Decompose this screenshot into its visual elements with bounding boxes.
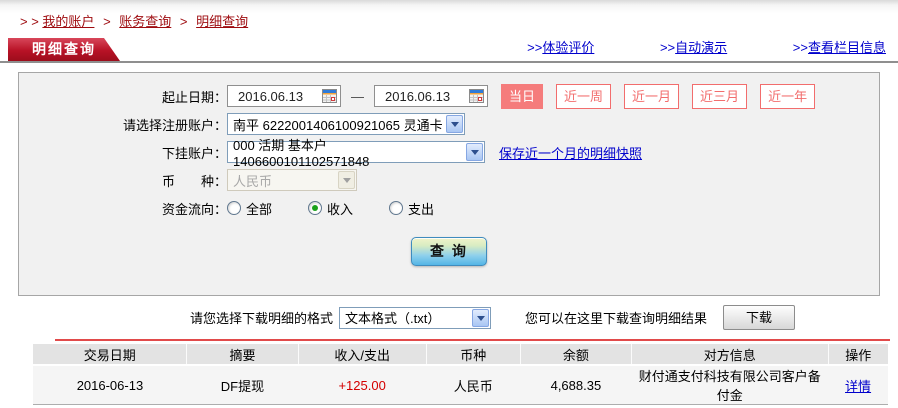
quick-range-button-3months[interactable]: 近三月 <box>692 83 748 109</box>
download-hint: 您可以在这里下载查询明细结果 <box>525 311 708 326</box>
cell-currency: 人民币 <box>426 365 521 405</box>
dropdown-arrow-icon <box>446 115 463 133</box>
download-button[interactable]: 下载 <box>723 305 796 330</box>
col-header-date: 交易日期 <box>33 344 187 366</box>
radio-all[interactable]: 全部 <box>227 199 272 218</box>
radio-all-label: 全部 <box>246 201 273 217</box>
table-top-separator <box>55 339 890 341</box>
date-range-row: 起止日期： 2016.06.13 — 2016.06.13 当日 近一周 近一月… <box>19 83 879 109</box>
col-header-balance: 余额 <box>519 344 632 366</box>
save-snapshot-link[interactable]: 保存近一个月的明细快照 <box>499 143 642 162</box>
currency-label: 币 种： <box>161 173 227 189</box>
radio-expense[interactable]: 支出 <box>389 199 434 218</box>
download-format-label: 请您选择下载明细的格式 <box>190 311 334 326</box>
radio-icon[interactable] <box>308 201 323 215</box>
breadcrumb-link-account-query[interactable]: 账务查询 <box>119 14 171 29</box>
radio-income-label: 收入 <box>327 201 354 217</box>
col-header-summary: 摘要 <box>186 344 299 366</box>
breadcrumb: > > 我的账户 > 账务查询 > 明细查询 <box>0 0 898 38</box>
breadcrumb-separator: > <box>179 14 188 29</box>
detail-link[interactable]: 详情 <box>845 379 871 394</box>
col-header-currency: 币种 <box>425 344 521 366</box>
link-auto-demo[interactable]: >>自动演示 <box>660 40 727 55</box>
end-date-input[interactable]: 2016.06.13 <box>374 85 488 107</box>
download-row: 请您选择下载明细的格式 文本格式（.txt） 您可以在这里下载查询明细结果 下载 <box>0 305 898 330</box>
dropdown-arrow-icon <box>472 308 490 327</box>
radio-expense-label: 支出 <box>408 201 435 217</box>
fund-flow-label: 资金流向： <box>161 201 227 217</box>
registered-account-select[interactable]: 南平 6222001406100921065 灵通卡 <box>227 113 465 135</box>
registered-account-row: 请选择注册账户： 南平 6222001406100921065 灵通卡 <box>19 111 879 137</box>
cell-summary: DF提现 <box>186 365 299 405</box>
tab-detail-query[interactable]: 明细查询 <box>8 38 120 61</box>
col-header-action: 操作 <box>827 344 888 366</box>
calendar-icon[interactable] <box>469 89 484 103</box>
quick-range-button-year[interactable]: 近一年 <box>760 83 816 109</box>
fund-flow-row: 资金流向： 全部 收入 支出 <box>19 195 879 221</box>
link-experience-rating[interactable]: >>体验评价 <box>527 40 594 55</box>
sub-account-select[interactable]: 000 活期 基本户 1406600101102571848 <box>227 138 485 169</box>
radio-icon[interactable] <box>389 201 404 215</box>
sub-account-row: 下挂账户： 000 活期 基本户 1406600101102571848 保存近… <box>19 138 879 169</box>
col-header-counterparty: 对方信息 <box>630 344 829 366</box>
currency-row: 币 种： 人民币 <box>19 167 879 193</box>
breadcrumb-link-detail-query[interactable]: 明细查询 <box>196 14 248 29</box>
date-range-dash: — <box>351 88 364 104</box>
quick-range-button-week[interactable]: 近一周 <box>556 83 612 109</box>
sub-account-label: 下挂账户： <box>161 145 227 161</box>
download-format-select[interactable]: 文本格式（.txt） <box>339 306 492 329</box>
col-header-amount: 收入/支出 <box>297 344 427 366</box>
calendar-icon[interactable] <box>322 89 337 103</box>
cell-counterparty: 财付通支付科技有限公司客户备付金 <box>631 365 829 405</box>
radio-income[interactable]: 收入 <box>308 199 353 218</box>
result-table: 交易日期 摘要 收入/支出 币种 余额 对方信息 操作 2016-06-13 D… <box>33 344 888 405</box>
cell-date: 2016-06-13 <box>33 365 187 405</box>
cell-balance: 4,688.35 <box>520 365 632 405</box>
link-column-info[interactable]: >>查看栏目信息 <box>793 40 886 55</box>
start-date-input[interactable]: 2016.06.13 <box>227 85 341 107</box>
query-form: 起止日期： 2016.06.13 — 2016.06.13 当日 近一周 近一月… <box>18 72 880 296</box>
breadcrumb-link-my-account[interactable]: 我的账户 <box>42 14 94 29</box>
breadcrumb-separator: > <box>103 14 111 29</box>
cell-amount: +125.00 <box>298 365 427 405</box>
currency-select: 人民币 <box>227 169 357 191</box>
quick-range-button-today[interactable]: 当日 <box>501 83 544 109</box>
radio-icon[interactable] <box>227 201 241 215</box>
table-header-row: 交易日期 摘要 收入/支出 币种 余额 对方信息 操作 <box>33 344 888 366</box>
table-row: 2016-06-13 DF提现 +125.00 人民币 4,688.35 财付通… <box>33 365 888 405</box>
section-header: 明细查询 >>体验评价 >>自动演示 >>查看栏目信息 <box>0 38 898 63</box>
registered-account-label: 请选择注册账户： <box>122 117 227 133</box>
date-range-label: 起止日期： <box>161 89 227 105</box>
dropdown-arrow-icon <box>338 171 355 189</box>
dropdown-arrow-icon <box>466 143 483 161</box>
breadcrumb-prefix: > > <box>20 14 39 29</box>
header-links: >>体验评价 >>自动演示 >>查看栏目信息 <box>465 37 886 56</box>
query-button[interactable]: 查 询 <box>411 237 487 266</box>
quick-range-button-month[interactable]: 近一月 <box>624 83 680 109</box>
